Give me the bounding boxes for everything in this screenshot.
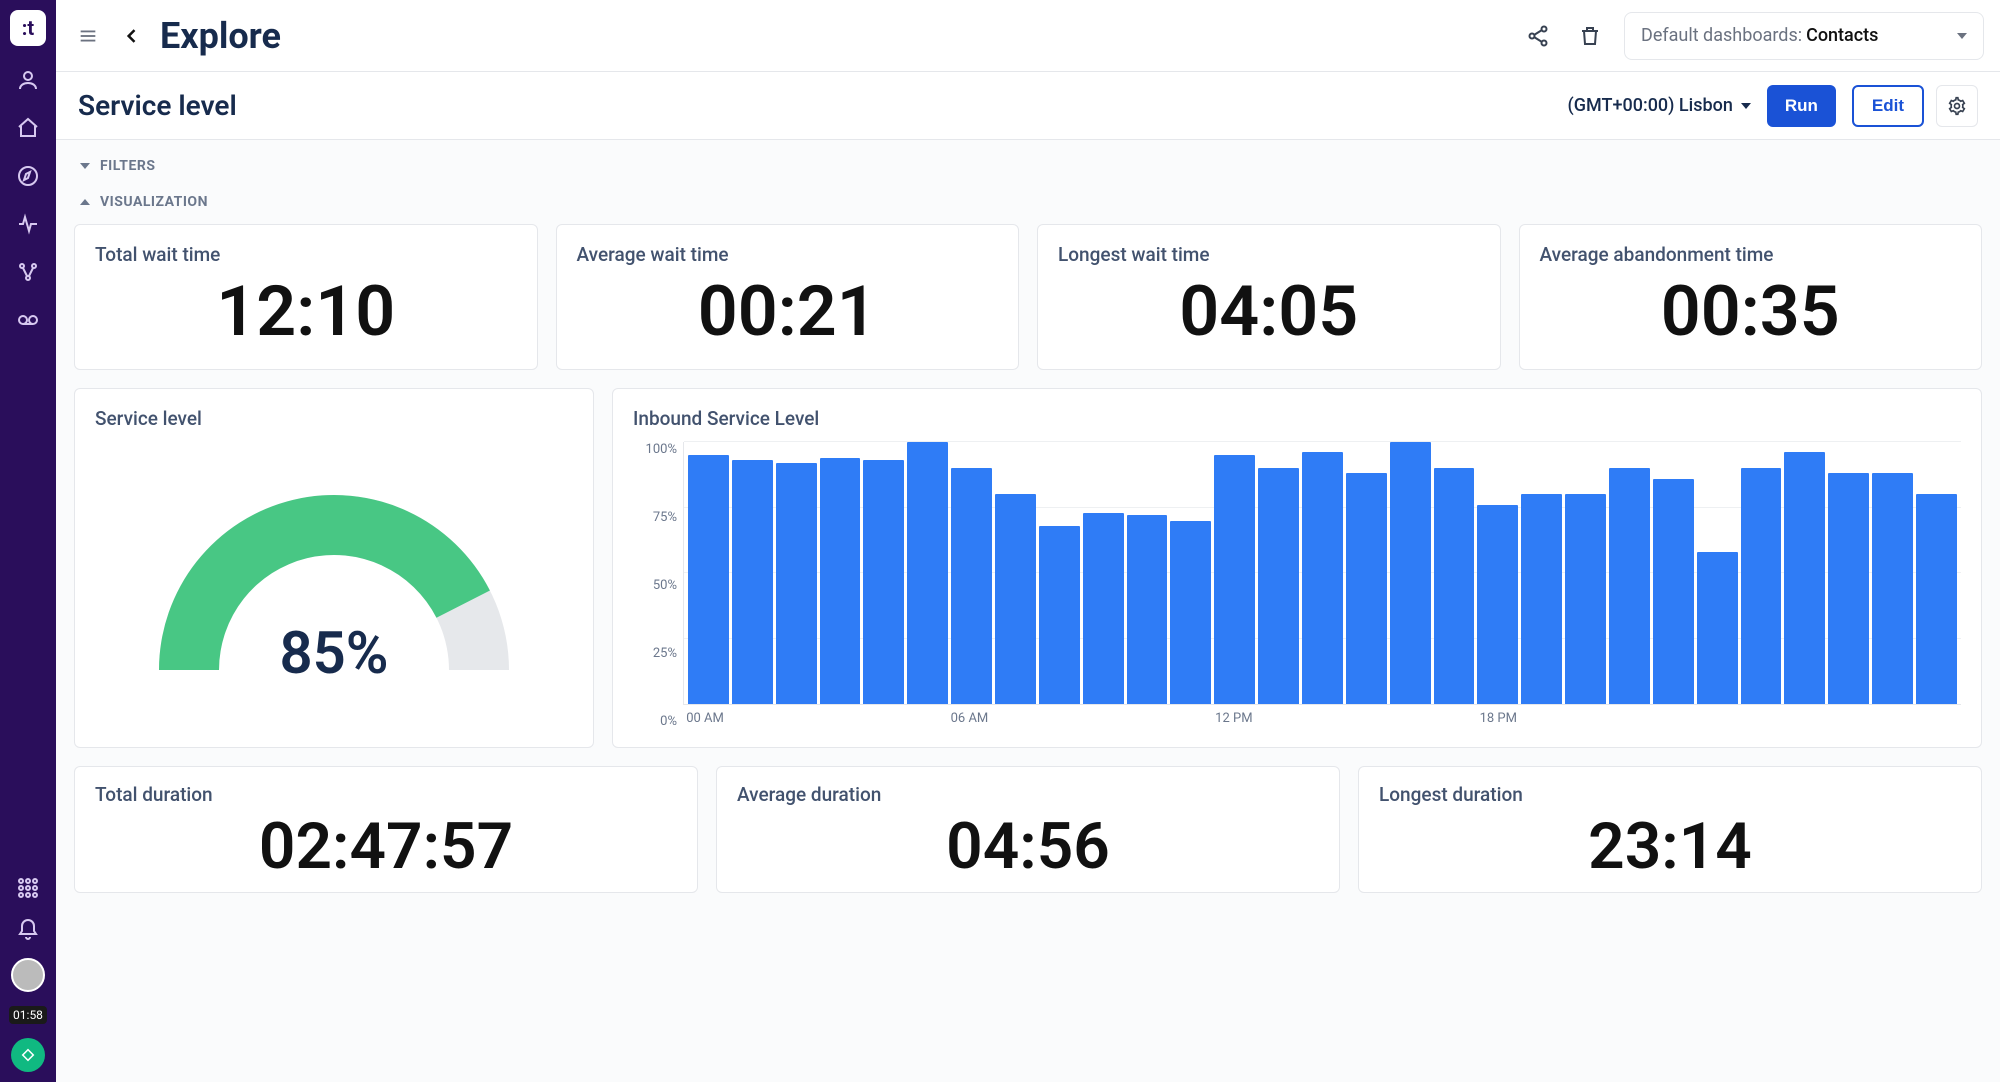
kpi-total-wait-time: Total wait time 12:10 xyxy=(74,224,538,370)
gauge-title: Service level xyxy=(95,407,573,430)
chart-x-axis: 00 AM06 AM12 PM18 PM xyxy=(683,711,1961,729)
status-timer: 01:58 xyxy=(9,1006,47,1024)
kpi-value: 12:10 xyxy=(95,274,517,351)
chart-bar xyxy=(1477,505,1518,704)
edit-button[interactable]: Edit xyxy=(1852,85,1924,127)
kpi-value: 00:21 xyxy=(577,274,999,351)
kpi-avg-duration: Average duration 04:56 xyxy=(716,766,1340,893)
nav-rail: :t 01:58 xyxy=(0,0,56,1082)
chart-bar xyxy=(1741,468,1782,704)
chart-bar xyxy=(1872,473,1913,704)
timezone-value: (GMT+00:00) Lisbon xyxy=(1568,95,1733,116)
kpi-label: Average wait time xyxy=(577,243,999,266)
kpi-label: Total wait time xyxy=(95,243,517,266)
timezone-select[interactable]: (GMT+00:00) Lisbon xyxy=(1568,95,1751,116)
chart-bars xyxy=(683,442,1961,705)
share-button[interactable] xyxy=(1520,18,1556,54)
chart-bar xyxy=(863,460,904,704)
chart-bar xyxy=(1170,521,1211,704)
chart-bar xyxy=(1258,468,1299,704)
kpi-label: Average duration xyxy=(737,783,1319,806)
kpi-label: Average abandonment time xyxy=(1540,243,1962,266)
nav-item-agent[interactable] xyxy=(14,66,42,94)
chart-inbound-service-level: Inbound Service Level 100%75%50%25%0% 00… xyxy=(612,388,1982,748)
dashboard-body: FILTERS VISUALIZATION Total wait time 12… xyxy=(56,140,2000,1082)
kpi-value: 23:14 xyxy=(1379,812,1961,882)
visualization-label: VISUALIZATION xyxy=(100,194,208,210)
nav-item-flows[interactable] xyxy=(14,258,42,286)
app-logo: :t xyxy=(10,10,46,46)
subheader: Service level (GMT+00:00) Lisbon Run Edi… xyxy=(56,72,2000,140)
dashboard-select-label: Default dashboards: xyxy=(1641,25,1802,46)
kpi-value: 00:35 xyxy=(1540,274,1962,351)
chart-bar xyxy=(1565,494,1606,704)
nav-item-pulse[interactable] xyxy=(14,210,42,238)
delete-button[interactable] xyxy=(1572,18,1608,54)
chart-bar xyxy=(1697,552,1738,704)
run-button[interactable]: Run xyxy=(1767,85,1836,127)
dashboard-select-value: Contacts xyxy=(1806,25,1878,46)
nav-item-voicemail[interactable] xyxy=(14,306,42,334)
chart-bar xyxy=(1784,452,1825,704)
filters-section-toggle[interactable]: FILTERS xyxy=(74,148,1982,184)
chevron-down-icon xyxy=(1957,33,1967,39)
chart-bar xyxy=(951,468,992,704)
kpi-value: 04:56 xyxy=(737,812,1319,882)
status-available-icon[interactable] xyxy=(11,1038,45,1072)
visualization-section-toggle[interactable]: VISUALIZATION xyxy=(74,184,1982,220)
menu-toggle-icon[interactable] xyxy=(72,20,104,52)
page-title: Explore xyxy=(160,15,281,57)
dashboard-select[interactable]: Default dashboards: Contacts xyxy=(1624,12,1984,60)
chart-bar xyxy=(688,455,729,704)
chart-bar xyxy=(907,442,948,704)
gauge-value: 85% xyxy=(279,620,388,688)
chart-bar xyxy=(1434,468,1475,704)
dashboard-title: Service level xyxy=(78,89,237,122)
kpi-label: Longest wait time xyxy=(1058,243,1480,266)
chart-bar xyxy=(820,458,861,704)
chevron-down-icon xyxy=(80,163,90,169)
kpi-label: Longest duration xyxy=(1379,783,1961,806)
chart-bar xyxy=(1127,515,1168,704)
topbar: Explore Default dashboards: Contacts xyxy=(56,0,2000,72)
chart-bar xyxy=(1521,494,1562,704)
kpi-longest-duration: Longest duration 23:14 xyxy=(1358,766,1982,893)
chart-bar xyxy=(1916,494,1957,704)
chart-bar xyxy=(1214,455,1255,704)
nav-item-home[interactable] xyxy=(14,114,42,142)
chart-bar xyxy=(1302,452,1343,704)
notifications-icon[interactable] xyxy=(14,916,42,944)
gauge-service-level: Service level 85% xyxy=(74,388,594,748)
chevron-up-icon xyxy=(80,199,90,205)
apps-icon[interactable] xyxy=(14,874,42,902)
chart-bar xyxy=(1346,473,1387,704)
kpi-total-duration: Total duration 02:47:57 xyxy=(74,766,698,893)
filters-label: FILTERS xyxy=(100,158,155,174)
chevron-down-icon xyxy=(1741,103,1751,109)
kpi-avg-wait-time: Average wait time 00:21 xyxy=(556,224,1020,370)
kpi-avg-abandon-time: Average abandonment time 00:35 xyxy=(1519,224,1983,370)
chart-bar xyxy=(1083,513,1124,704)
chart-bar xyxy=(1039,526,1080,704)
avatar[interactable] xyxy=(11,958,45,992)
chart-y-axis: 100%75%50%25%0% xyxy=(633,442,683,729)
nav-item-explore[interactable] xyxy=(14,162,42,190)
chart-bar xyxy=(995,494,1036,704)
chart-bar xyxy=(1653,479,1694,704)
chart-title: Inbound Service Level xyxy=(633,407,1961,430)
settings-button[interactable] xyxy=(1936,85,1978,127)
chart-bar xyxy=(1609,468,1650,704)
chart-bar xyxy=(1390,442,1431,704)
back-button[interactable] xyxy=(120,24,144,48)
kpi-value: 02:47:57 xyxy=(95,812,677,882)
chart-bar xyxy=(776,463,817,704)
kpi-label: Total duration xyxy=(95,783,677,806)
chart-bar xyxy=(1828,473,1869,704)
kpi-value: 04:05 xyxy=(1058,274,1480,351)
chart-bar xyxy=(732,460,773,704)
kpi-longest-wait-time: Longest wait time 04:05 xyxy=(1037,224,1501,370)
